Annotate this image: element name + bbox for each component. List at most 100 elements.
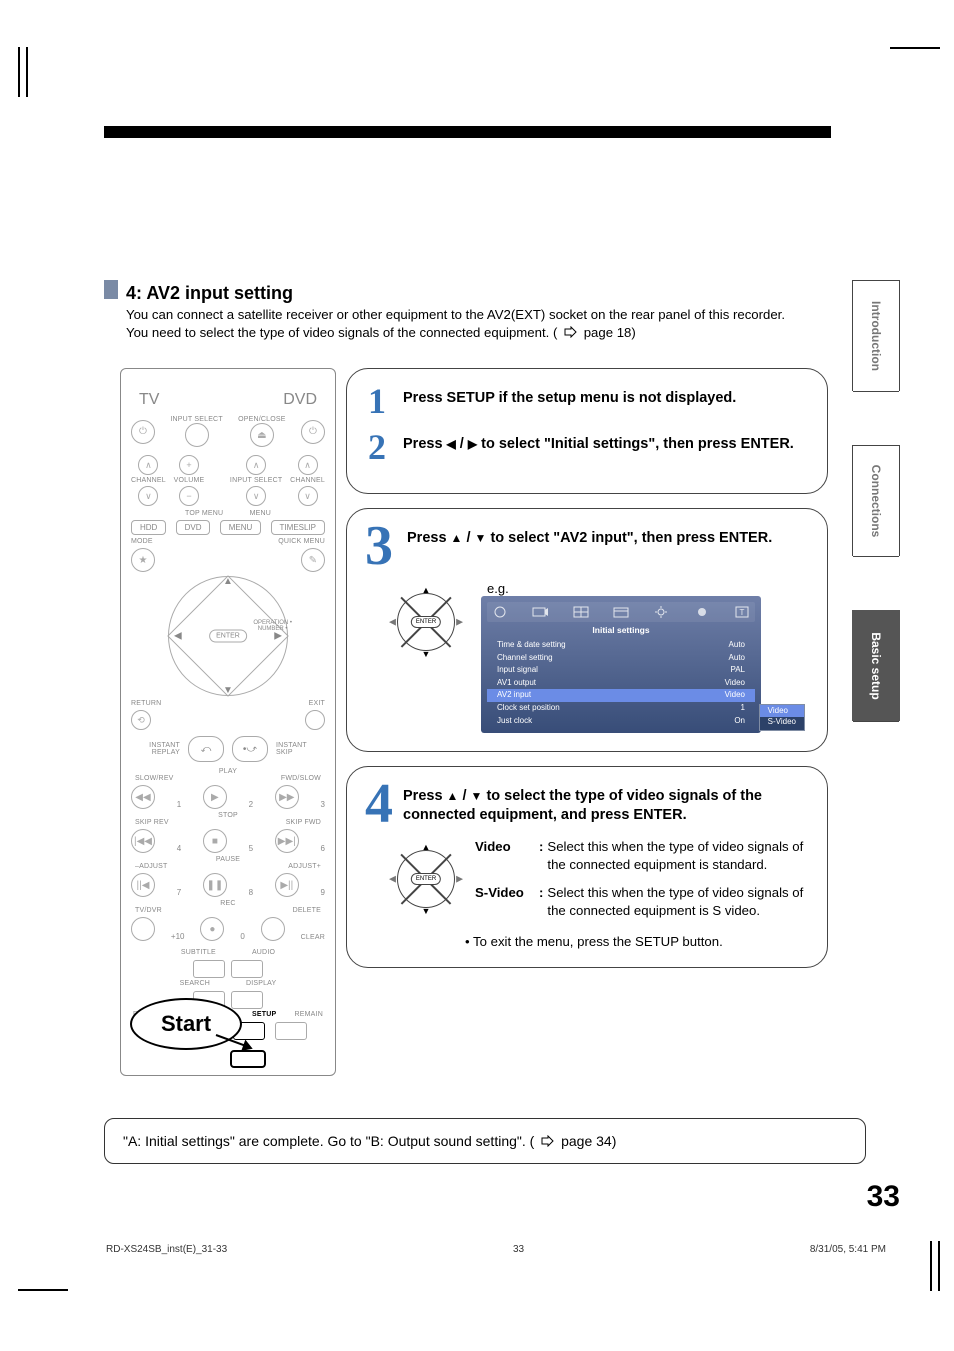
adjust-plus-button: ▶|| xyxy=(275,873,299,897)
dpad: ENTER ▲ ▼ ◀ ▶ OPERATION •NUMBER • xyxy=(168,576,288,696)
osd-row: Just clockOn xyxy=(487,714,755,727)
osd-grid-icon xyxy=(572,605,590,619)
step-number-2: 2 xyxy=(365,429,389,465)
intro-line2: You need to select the type of video sig… xyxy=(126,324,826,342)
step-number-3: 3 xyxy=(365,523,393,571)
open-close-button: ⏏ xyxy=(250,423,274,447)
osd-title: Initial settings xyxy=(487,625,755,635)
tab-basic-setup: Basic setup xyxy=(852,610,900,721)
tv-power-button: ⏻ xyxy=(131,420,155,444)
volume-up: + xyxy=(179,455,199,475)
crop-mark xyxy=(18,1283,68,1291)
dvd-input-up: ∧ xyxy=(246,455,266,475)
page-ref-arrow-icon xyxy=(541,1135,554,1147)
osd-dvd-icon xyxy=(491,605,509,619)
return-button: ⟲ xyxy=(131,710,151,730)
svg-text:T: T xyxy=(740,608,745,617)
osd-row: Input signalPAL xyxy=(487,664,755,677)
delete-button xyxy=(261,917,285,941)
forward-button: ▶▶ xyxy=(275,785,299,809)
intro-line1: You can connect a satellite receiver or … xyxy=(126,306,826,324)
bottom-note-box: "A: Initial settings" are complete. Go t… xyxy=(104,1118,866,1164)
timeslip-button: TIMESLIP xyxy=(271,520,325,535)
steps-box-3: 4 Press ▲ / ▼ to select the type of vide… xyxy=(346,766,828,968)
step-text-3: Press ▲ / ▼ to select "AV2 input", then … xyxy=(407,523,772,548)
remote-tv-label: TV xyxy=(139,391,159,409)
osd-gear-icon xyxy=(652,605,670,619)
osd-screenshot: T Initial settings Time & date settingAu… xyxy=(481,596,761,733)
dvd-channel-down: ∨ xyxy=(298,486,318,506)
setup-button-highlight xyxy=(230,1050,266,1068)
exit-button xyxy=(305,710,325,730)
osd-row-selected: AV2 inputVideo xyxy=(487,689,755,702)
mode-button: ★ xyxy=(131,548,155,572)
dvd-input-down: ∨ xyxy=(246,486,266,506)
up-arrow-icon: ▲ xyxy=(447,789,459,803)
step-text-4: Press ▲ / ▼ to select the type of video … xyxy=(403,781,809,825)
page-ref-arrow-icon xyxy=(564,326,577,338)
steps-box-2: 3 Press ▲ / ▼ to select "AV2 input", the… xyxy=(346,508,828,752)
dvd-channel-up: ∧ xyxy=(298,455,318,475)
page-number: 33 xyxy=(867,1180,900,1214)
heading-marker xyxy=(104,280,118,299)
step-text-1: Press SETUP if the setup menu is not dis… xyxy=(403,383,736,408)
osd-option-panel: Video S-Video xyxy=(759,704,805,731)
crop-mark xyxy=(930,1241,940,1291)
volume-down: − xyxy=(179,486,199,506)
option-svideo: S-Video: Select this when the type of vi… xyxy=(475,884,809,920)
exit-note: • To exit the menu, press the SETUP butt… xyxy=(465,934,809,949)
menu-button: MENU xyxy=(220,520,262,535)
section-heading: 4: AV2 input setting xyxy=(126,283,293,304)
instant-skip-button: •⤻ xyxy=(232,736,268,762)
down-arrow-icon: ▼ xyxy=(475,531,487,545)
osd-tv-icon xyxy=(612,605,630,619)
left-arrow-icon: ◀ xyxy=(447,437,456,451)
enter-button: ENTER xyxy=(209,630,247,643)
tab-connections: Connections xyxy=(852,445,900,556)
skip-rev-button: |◀◀ xyxy=(131,829,155,853)
footer: RD-XS24SB_inst(E)_31-33 33 8/31/05, 5:41… xyxy=(106,1244,886,1255)
crop-mark xyxy=(890,47,940,55)
osd-t-icon: T xyxy=(733,605,751,619)
start-callout: Start xyxy=(130,998,242,1050)
crop-mark xyxy=(18,47,28,97)
tv-channel-down: ∨ xyxy=(138,486,158,506)
input-select-button xyxy=(185,423,209,447)
side-tabs: Introduction Connections Basic setup xyxy=(852,280,900,721)
footer-right: 8/31/05, 5:41 PM xyxy=(810,1244,886,1255)
subtitle-button xyxy=(193,960,225,978)
stop-button: ■ xyxy=(203,829,227,853)
tab-introduction: Introduction xyxy=(852,280,900,391)
remote-control-diagram: TV DVD ⏻ INPUT SELECT OPEN/CLOSE⏏ ⏻ ∧CHA… xyxy=(120,368,336,1076)
up-arrow-icon: ▲ xyxy=(451,531,463,545)
footer-left: RD-XS24SB_inst(E)_31-33 xyxy=(106,1244,227,1255)
step-number-4: 4 xyxy=(365,781,389,829)
step-number-1: 1 xyxy=(365,383,389,419)
instant-replay-button: ⤺ xyxy=(188,736,224,762)
header-bar xyxy=(104,126,831,138)
rewind-button: ◀◀ xyxy=(131,785,155,809)
dvd-button: DVD xyxy=(176,520,211,535)
tvdvr-button xyxy=(131,917,155,941)
dpad-mini-icon: ENTER ▲▼◀▶ xyxy=(391,844,461,914)
pause-button: ❚❚ xyxy=(203,873,227,897)
hdd-button: HDD xyxy=(131,520,166,535)
osd-gear2-icon xyxy=(693,605,711,619)
adjust-minus-button: ||◀ xyxy=(131,873,155,897)
osd-row: Clock set position1 xyxy=(487,702,755,715)
tv-channel-up: ∧ xyxy=(138,455,158,475)
display-button xyxy=(231,991,263,1009)
footer-mid: 33 xyxy=(513,1244,524,1255)
option-video: Video: Select this when the type of vide… xyxy=(475,838,809,874)
steps-box-1: 1 Press SETUP if the setup menu is not d… xyxy=(346,368,828,494)
rec-button: ● xyxy=(200,917,224,941)
osd-video-icon xyxy=(531,605,549,619)
dvd-power-button: ⏻ xyxy=(301,420,325,444)
play-button: ▶ xyxy=(203,785,227,809)
remote-dvd-label: DVD xyxy=(283,391,317,409)
down-arrow-icon: ▼ xyxy=(471,789,483,803)
quick-menu-button: ✎ xyxy=(301,548,325,572)
eg-label: e.g. xyxy=(487,581,809,596)
skip-fwd-button: ▶▶| xyxy=(275,829,299,853)
remain-button xyxy=(275,1022,307,1040)
